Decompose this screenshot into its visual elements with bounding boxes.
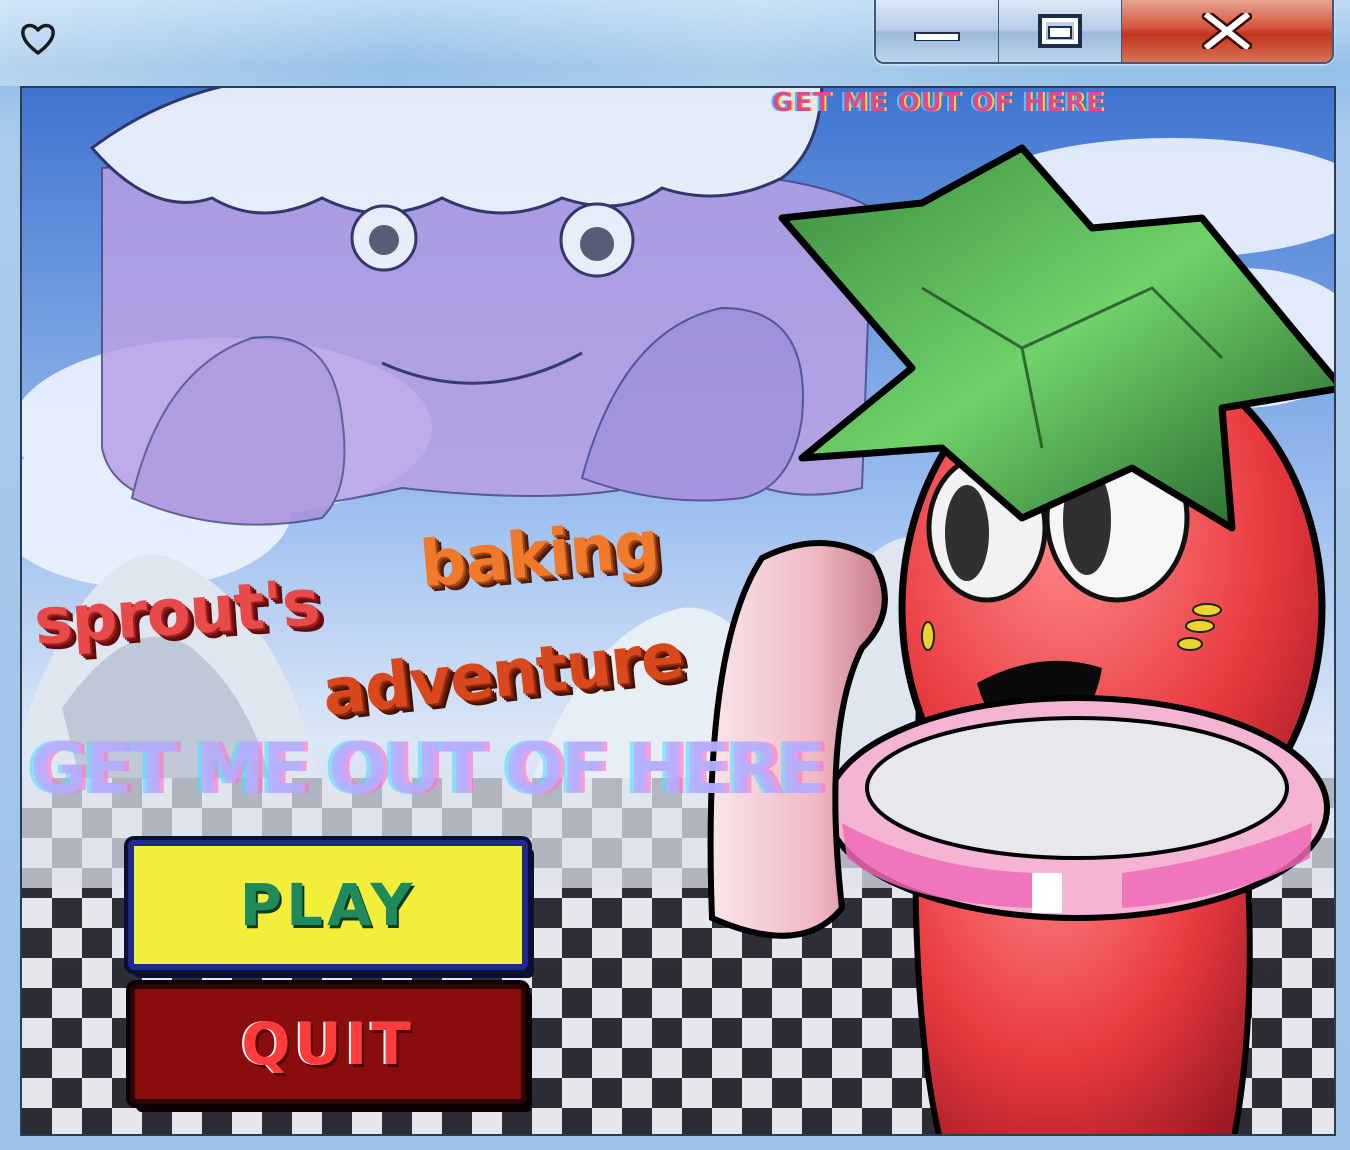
heart-icon[interactable] (20, 22, 56, 56)
quit-button[interactable]: QUIT (130, 984, 526, 1104)
game-main-menu: GET ME OUT OF HERE GET ME OUT OF HERE sp… (20, 86, 1336, 1136)
close-button[interactable] (1122, 0, 1332, 62)
minimize-icon (914, 32, 960, 41)
close-icon (1202, 13, 1252, 49)
play-button[interactable]: PLAY (128, 840, 528, 970)
minimize-button[interactable] (876, 0, 999, 62)
glitch-overlay-text-top: GET ME OUT OF HERE (772, 88, 1105, 118)
glitch-overlay-text: GET ME OUT OF HERE (30, 728, 827, 810)
maximize-icon (1038, 14, 1082, 48)
maximize-button[interactable] (999, 0, 1122, 62)
caption-buttons (874, 0, 1334, 64)
